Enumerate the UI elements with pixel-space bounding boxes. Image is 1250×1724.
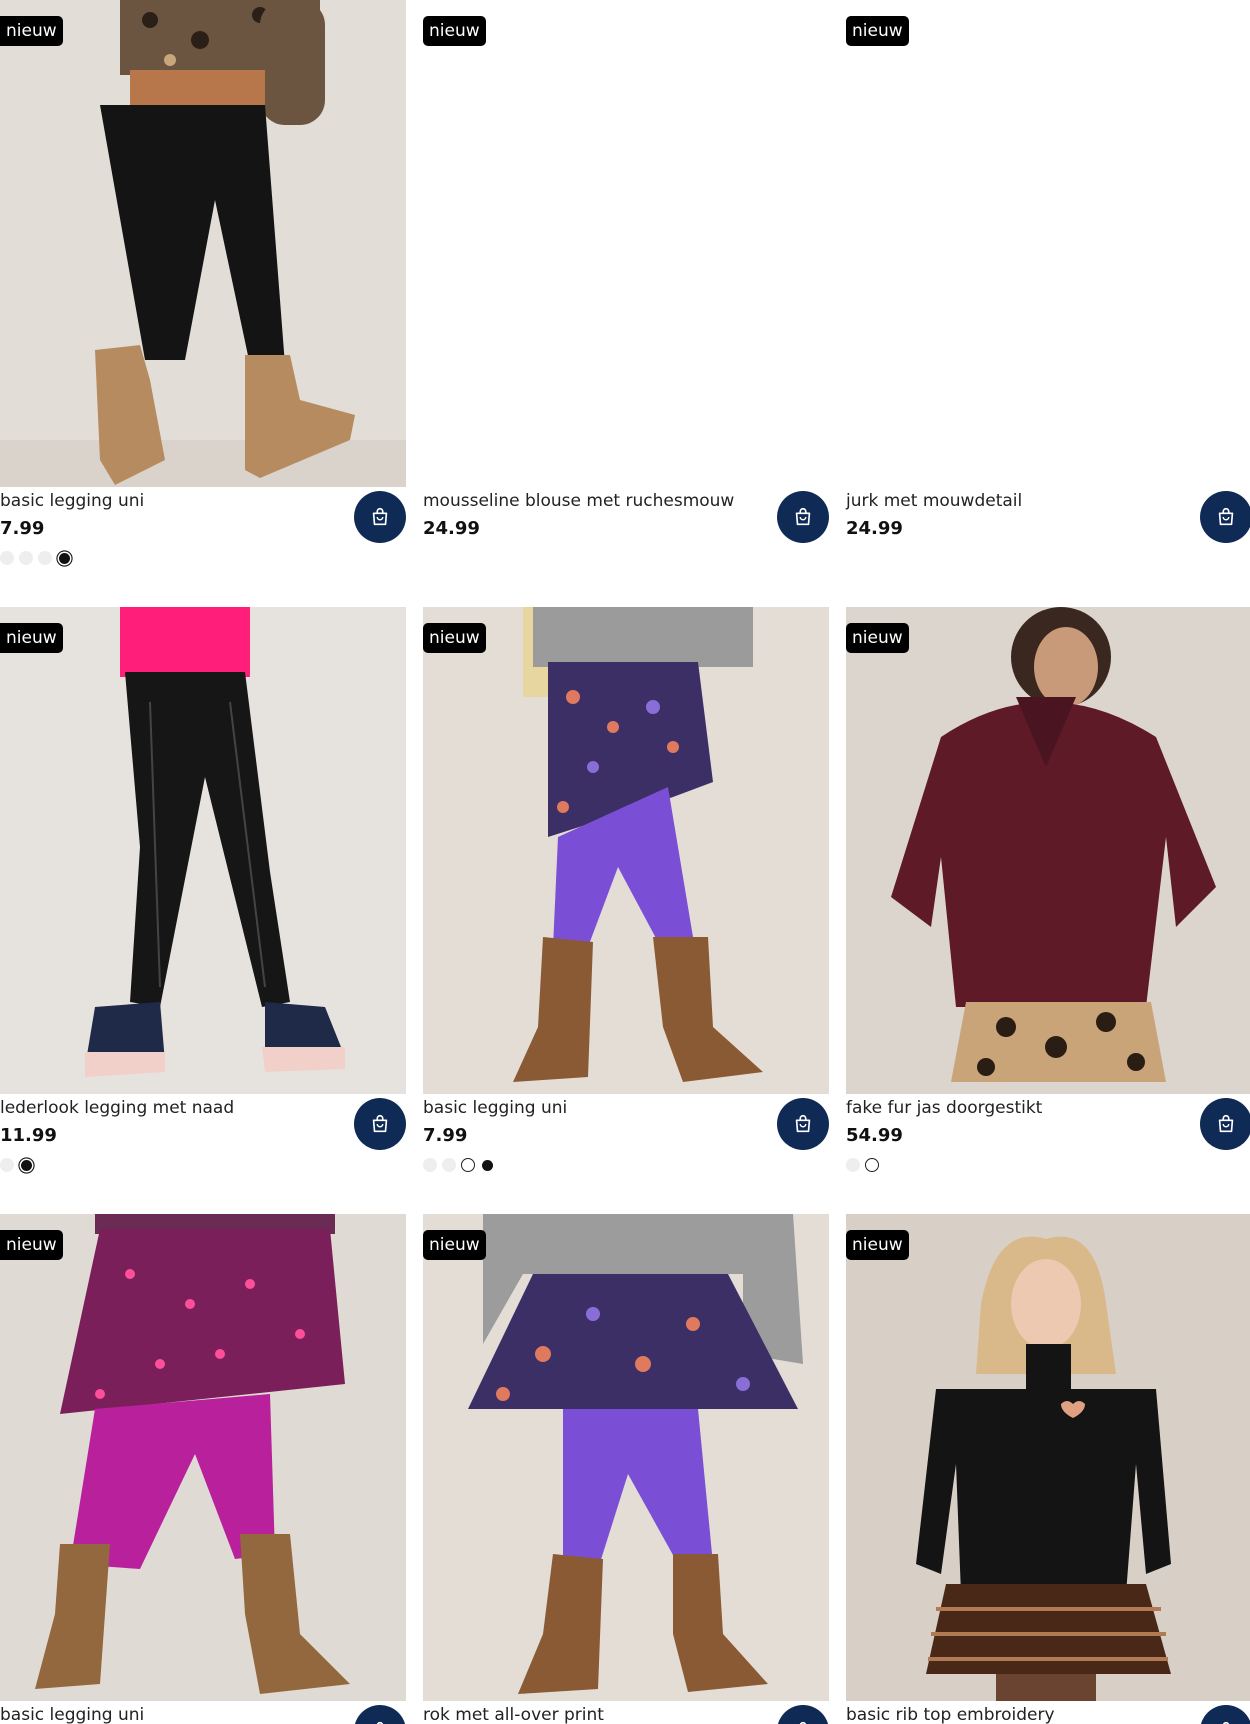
- new-badge: nieuw: [423, 1230, 486, 1260]
- color-swatch[interactable]: [846, 1158, 860, 1172]
- product-price: 54.99: [846, 1125, 903, 1146]
- product-image[interactable]: nieuw: [0, 1214, 406, 1701]
- color-swatch-selected[interactable]: [865, 1158, 879, 1172]
- add-to-cart-button[interactable]: [354, 491, 406, 543]
- product-price: 11.99: [0, 1125, 57, 1146]
- product-image[interactable]: nieuw: [0, 0, 406, 487]
- shopping-bag-icon: [376, 1721, 384, 1724]
- shopping-bag-icon: [1218, 1114, 1234, 1133]
- new-badge: nieuw: [423, 16, 486, 46]
- product-card[interactable]: nieuw basic rib top embroidery: [846, 1214, 1250, 1724]
- product-photo: [423, 607, 829, 1094]
- shopping-bag-icon: [1222, 1721, 1230, 1724]
- product-name[interactable]: lederlook legging met naad: [0, 1098, 234, 1118]
- color-swatch[interactable]: [19, 551, 33, 565]
- shopping-bag-icon: [795, 507, 811, 526]
- product-card[interactable]: nieuw basic legging uni 7.99: [0, 0, 406, 587]
- product-name[interactable]: basic legging uni: [0, 1705, 144, 1724]
- color-swatches: [0, 551, 72, 565]
- color-swatch[interactable]: [461, 1158, 475, 1172]
- shopping-bag-icon: [1218, 507, 1234, 526]
- add-to-cart-button[interactable]: [354, 1098, 406, 1150]
- color-swatch-selected[interactable]: [59, 552, 70, 564]
- product-card[interactable]: nieuw jurk met mouwdetail 24.99: [846, 0, 1250, 587]
- new-badge: nieuw: [846, 623, 909, 653]
- color-swatches: [0, 1158, 34, 1172]
- new-badge: nieuw: [0, 16, 63, 46]
- color-swatch[interactable]: [0, 551, 14, 565]
- add-to-cart-button[interactable]: [354, 1705, 406, 1724]
- product-image[interactable]: nieuw: [846, 607, 1250, 1094]
- product-image[interactable]: nieuw: [846, 0, 1250, 487]
- add-to-cart-button[interactable]: [777, 1705, 829, 1724]
- product-name[interactable]: basic legging uni: [0, 491, 144, 511]
- product-name[interactable]: basic legging uni: [423, 1098, 567, 1118]
- color-swatch[interactable]: [482, 1159, 493, 1171]
- product-card[interactable]: nieuw mousseline blouse met ruchesmouw 2…: [423, 0, 829, 587]
- product-image[interactable]: nieuw: [423, 607, 829, 1094]
- product-card[interactable]: nieuw rok met all-over print: [423, 1214, 829, 1724]
- product-name[interactable]: basic rib top embroidery: [846, 1705, 1055, 1724]
- new-badge: nieuw: [0, 1230, 63, 1260]
- new-badge: nieuw: [0, 623, 63, 653]
- product-image[interactable]: nieuw: [423, 0, 829, 487]
- new-badge: nieuw: [846, 16, 909, 46]
- color-swatches: [846, 1158, 879, 1172]
- product-price: 7.99: [0, 518, 45, 539]
- color-swatch-selected[interactable]: [21, 1159, 32, 1171]
- product-name[interactable]: jurk met mouwdetail: [846, 491, 1022, 511]
- add-to-cart-button[interactable]: [1200, 1705, 1250, 1724]
- product-photo: [0, 0, 406, 487]
- product-card[interactable]: nieuw fake fur jas doorgestikt 54.99: [846, 607, 1250, 1194]
- add-to-cart-button[interactable]: [1200, 1098, 1250, 1150]
- product-photo: [846, 607, 1250, 1094]
- color-swatch[interactable]: [38, 551, 52, 565]
- shopping-bag-icon: [799, 1721, 807, 1724]
- product-price: 24.99: [846, 518, 903, 539]
- color-swatches: [423, 1158, 493, 1172]
- product-name[interactable]: mousseline blouse met ruchesmouw: [423, 491, 734, 511]
- product-image[interactable]: nieuw: [846, 1214, 1250, 1701]
- product-name[interactable]: fake fur jas doorgestikt: [846, 1098, 1042, 1118]
- shopping-bag-icon: [372, 1114, 388, 1133]
- new-badge: nieuw: [423, 623, 486, 653]
- product-photo: [0, 607, 406, 1094]
- shopping-bag-icon: [795, 1114, 811, 1133]
- product-image[interactable]: nieuw: [423, 1214, 829, 1701]
- color-swatch[interactable]: [423, 1158, 437, 1172]
- color-swatch[interactable]: [442, 1158, 456, 1172]
- product-card[interactable]: nieuw basic legging uni 7.99: [423, 607, 829, 1194]
- product-photo: [0, 1214, 406, 1701]
- product-name[interactable]: rok met all-over print: [423, 1705, 604, 1724]
- add-to-cart-button[interactable]: [777, 1098, 829, 1150]
- add-to-cart-button[interactable]: [777, 491, 829, 543]
- product-photo: [423, 1214, 829, 1701]
- product-price: 7.99: [423, 1125, 468, 1146]
- product-price: 24.99: [423, 518, 480, 539]
- product-photo: [846, 1214, 1250, 1701]
- product-card[interactable]: nieuw lederlook legging met naad 11.99: [0, 607, 406, 1194]
- product-image[interactable]: nieuw: [0, 607, 406, 1094]
- new-badge: nieuw: [846, 1230, 909, 1260]
- color-swatch[interactable]: [0, 1158, 14, 1172]
- product-card[interactable]: nieuw basic legging uni: [0, 1214, 406, 1724]
- shopping-bag-icon: [372, 507, 388, 526]
- add-to-cart-button[interactable]: [1200, 491, 1250, 543]
